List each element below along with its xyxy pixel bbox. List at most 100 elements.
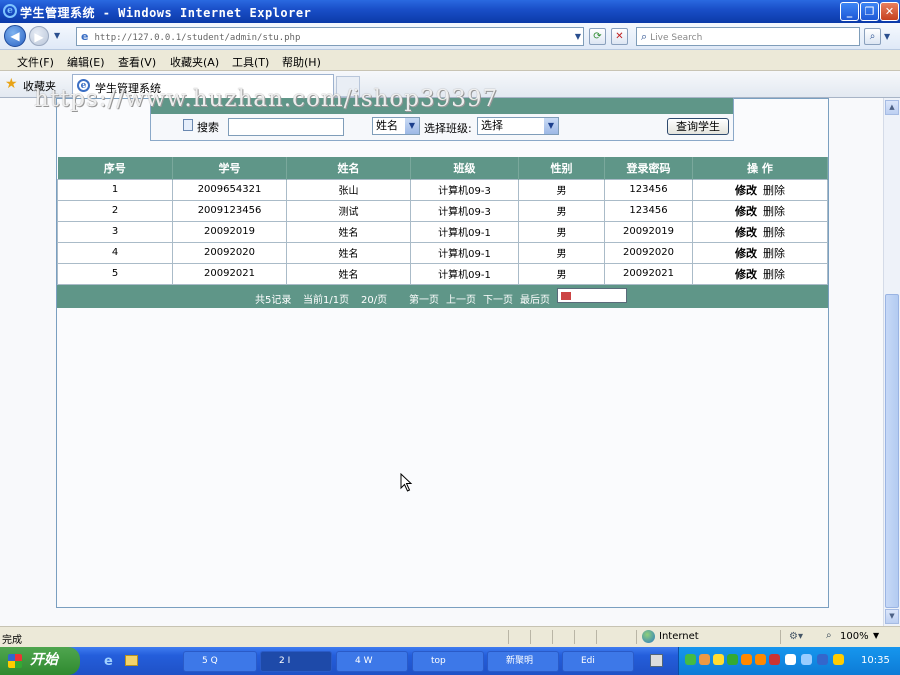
tray-network-icon[interactable] xyxy=(685,654,696,665)
edit-link[interactable]: 修改 xyxy=(735,184,757,197)
pager-per-page: 20/页 xyxy=(361,295,388,306)
page-icon: e xyxy=(81,30,89,43)
pager-next-link[interactable]: 下一页 xyxy=(483,291,513,306)
cell-student-id: 20092020 xyxy=(172,241,287,264)
edit-link[interactable]: 修改 xyxy=(735,205,757,218)
chevron-down-icon: ▼ xyxy=(544,118,558,134)
cell-actions: 修改 删除 xyxy=(692,178,828,201)
maximize-button[interactable]: ❐ xyxy=(860,2,879,21)
taskbar-extra-icon[interactable] xyxy=(650,654,663,667)
favorites-button[interactable]: 收藏夹 xyxy=(23,78,56,94)
stop-icon[interactable]: ✕ xyxy=(611,28,628,45)
taskbar-item-folder[interactable]: 4 W xyxy=(336,651,408,672)
search-field-select[interactable]: 姓名 ▼ xyxy=(372,117,420,135)
quicklaunch-folder-icon[interactable] xyxy=(125,655,138,666)
page-jump-select[interactable] xyxy=(557,288,627,303)
class-select[interactable]: 选择 ▼ xyxy=(477,117,559,135)
cell-class: 计算机09-3 xyxy=(410,178,519,201)
cell-actions: 修改 删除 xyxy=(692,262,828,285)
status-separator xyxy=(596,630,597,644)
zoom-level[interactable]: 100% xyxy=(840,631,869,642)
chevron-down-icon: ▼ xyxy=(405,118,419,134)
address-bar[interactable]: e http://127.0.0.1/student/admin/stu.php … xyxy=(76,27,584,46)
cell-gender: 男 xyxy=(518,199,605,222)
edit-link[interactable]: 修改 xyxy=(735,226,757,239)
taskbar-item-ie[interactable]: 2 I xyxy=(260,651,332,672)
delete-link[interactable]: 删除 xyxy=(763,247,785,260)
menu-view[interactable]: 查看(V) xyxy=(118,54,156,70)
taskbar-item-notepad[interactable]: 新聚明 xyxy=(487,651,559,672)
scroll-thumb[interactable] xyxy=(885,294,899,608)
search-go-icon[interactable]: ⌕ xyxy=(864,28,881,45)
cell-password: 123456 xyxy=(604,199,693,222)
class-select-label: 选择班级: xyxy=(424,122,472,135)
tab-ie-icon: e xyxy=(77,79,90,92)
pager-last-link[interactable]: 最后页 xyxy=(520,291,550,306)
minimize-button[interactable]: _ xyxy=(840,2,859,21)
protected-mode-icon[interactable]: ⚙▾ xyxy=(789,631,803,642)
taskbar-item-editor[interactable]: Edi xyxy=(562,651,634,672)
vertical-scrollbar[interactable]: ▲ ▼ xyxy=(883,98,900,626)
history-dropdown-icon[interactable]: ▼ xyxy=(54,31,60,40)
address-dropdown-icon[interactable]: ▼ xyxy=(575,28,581,45)
globe-icon xyxy=(642,630,655,643)
cell-class: 计算机09-1 xyxy=(410,220,519,243)
status-separator xyxy=(780,630,781,644)
search-options-icon[interactable]: ▼ xyxy=(884,32,890,41)
search-input[interactable]: ⌕ Live Search xyxy=(636,27,860,46)
refresh-icon[interactable]: ⟳ xyxy=(589,28,606,45)
zoom-dropdown-icon[interactable]: ▼ xyxy=(873,631,879,640)
close-button[interactable]: ✕ xyxy=(880,2,899,21)
tab-current[interactable]: e 学生管理系统 xyxy=(72,74,334,98)
column-header: 学号 xyxy=(172,157,287,179)
delete-link[interactable]: 删除 xyxy=(763,184,785,197)
back-button[interactable]: ◀ xyxy=(4,25,26,47)
menu-file[interactable]: 文件(F) xyxy=(17,54,54,70)
tray-volume-icon[interactable] xyxy=(801,654,812,665)
windows-logo-icon xyxy=(8,654,22,668)
search-text-input[interactable] xyxy=(228,118,344,136)
menu-bar: 文件(F) 编辑(E) 查看(V) 收藏夹(A) 工具(T) 帮助(H) xyxy=(0,50,900,71)
new-tab-button[interactable] xyxy=(336,76,360,97)
pager-first-link[interactable]: 第一页 xyxy=(409,291,439,306)
cell-password: 20092020 xyxy=(604,241,693,264)
delete-link[interactable]: 删除 xyxy=(763,205,785,218)
tray-qq-icon[interactable] xyxy=(755,654,766,665)
column-header: 班级 xyxy=(410,157,519,179)
start-button[interactable]: 开始 xyxy=(0,647,80,675)
cell-index: 3 xyxy=(57,220,173,243)
menu-tools[interactable]: 工具(T) xyxy=(232,54,269,70)
scroll-down-icon[interactable]: ▼ xyxy=(885,609,899,624)
quicklaunch-ie-icon[interactable]: e xyxy=(104,654,113,669)
taskbar-item-qq[interactable]: 5 Q xyxy=(183,651,257,672)
cell-name: 姓名 xyxy=(286,241,411,264)
menu-favorites[interactable]: 收藏夹(A) xyxy=(170,54,219,70)
scroll-up-icon[interactable]: ▲ xyxy=(885,100,899,115)
tray-app-icon[interactable] xyxy=(727,654,738,665)
tray-app-icon[interactable] xyxy=(817,654,828,665)
tray-app-icon[interactable] xyxy=(713,654,724,665)
forward-button[interactable]: ▶ xyxy=(29,26,49,46)
delete-link[interactable]: 删除 xyxy=(763,226,785,239)
tab-title: 学生管理系统 xyxy=(95,82,161,95)
start-label: 开始 xyxy=(30,652,58,668)
cell-name: 测试 xyxy=(286,199,411,222)
query-students-button[interactable]: 查询学生 xyxy=(667,118,729,135)
tray-app-icon[interactable] xyxy=(699,654,710,665)
edit-link[interactable]: 修改 xyxy=(735,268,757,281)
cell-index: 1 xyxy=(57,178,173,201)
tray-qq-icon[interactable] xyxy=(741,654,752,665)
tray-app-icon[interactable] xyxy=(769,654,780,665)
cell-password: 123456 xyxy=(604,178,693,201)
taskbar-item-label: 2 I xyxy=(279,656,291,666)
taskbar-item-top[interactable]: top xyxy=(412,651,484,672)
pager-prev-link[interactable]: 上一页 xyxy=(446,291,476,306)
edit-link[interactable]: 修改 xyxy=(735,247,757,260)
tray-app-icon[interactable] xyxy=(785,654,796,665)
delete-link[interactable]: 删除 xyxy=(763,268,785,281)
tray-shield-icon[interactable] xyxy=(833,654,844,665)
cell-password: 20092021 xyxy=(604,262,693,285)
menu-edit[interactable]: 编辑(E) xyxy=(67,54,105,70)
cell-index: 2 xyxy=(57,199,173,222)
menu-help[interactable]: 帮助(H) xyxy=(282,54,321,70)
